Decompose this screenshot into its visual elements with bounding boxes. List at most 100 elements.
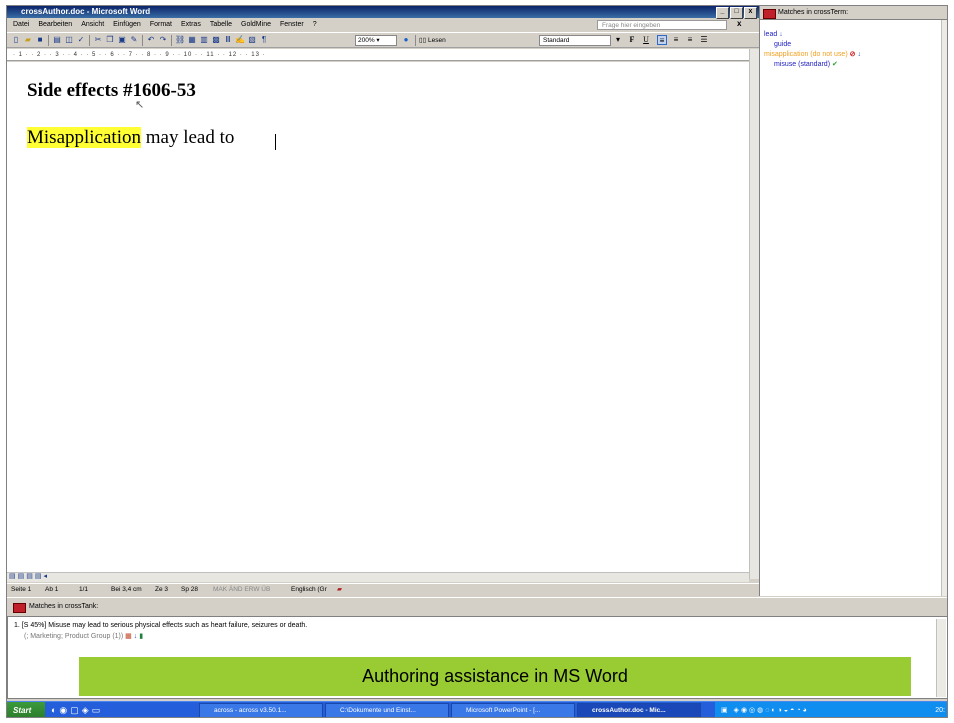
- menu-ansicht[interactable]: Ansicht: [81, 19, 104, 31]
- status-line: Ze 3: [155, 586, 169, 593]
- taskbar-button[interactable]: across - across v3.50.1...: [199, 703, 323, 717]
- menu-goldmine[interactable]: GoldMine: [241, 19, 271, 31]
- crossterm-title-bar: Matches in crossTerm:: [760, 6, 947, 20]
- toolbar-separator: [415, 35, 416, 46]
- term-label: misapplication (do not use): [764, 51, 848, 58]
- status-bar: Seite 1 Ab 1 1/1 Bei 3,4 cm Ze 3 Sp 28 M…: [7, 583, 759, 595]
- menu-format[interactable]: Format: [150, 19, 172, 31]
- text-cursor: [275, 134, 276, 150]
- maximize-button[interactable]: □: [730, 7, 743, 19]
- crosstank-icon: [13, 603, 26, 613]
- lookup-icon[interactable]: ↓: [134, 633, 138, 640]
- crossterm-scrollbar[interactable]: [941, 20, 947, 596]
- menu-fenster[interactable]: Fenster: [280, 19, 304, 31]
- term-item[interactable]: misuse (standard) ✔: [774, 60, 838, 69]
- status-flags: MAK ÄND ERW ÜB: [213, 586, 271, 593]
- status-section: Ab 1: [45, 586, 59, 593]
- horizontal-scrollbar[interactable]: [7, 572, 749, 582]
- view-buttons[interactable]: ▤▤▤▤◂: [9, 572, 49, 580]
- menu-datei[interactable]: Datei: [13, 19, 29, 31]
- tank-meta-text: (; Marketing; Product Group (1)): [24, 633, 124, 640]
- hyperlink-icon[interactable]: ⛓: [175, 35, 185, 45]
- document-heading: Side effects #1606-53: [27, 80, 196, 101]
- cut-icon[interactable]: ✂: [93, 35, 103, 45]
- system-tray: ▣ ◈◉◎◍◌◐◑◒◓◔◕ 20:: [715, 702, 947, 717]
- menu-bearbeiten[interactable]: Bearbeiten: [38, 19, 72, 31]
- crosstank-scrollbar[interactable]: [936, 619, 946, 697]
- style-select[interactable]: Standard: [539, 35, 611, 46]
- columns-icon[interactable]: Ⅲ: [223, 35, 233, 45]
- align-right-icon[interactable]: ≡: [685, 35, 695, 45]
- style-value: Standard: [543, 37, 570, 44]
- mouse-pointer-icon: ↖: [135, 99, 145, 111]
- status-column: Sp 28: [181, 586, 198, 593]
- term-item[interactable]: misapplication (do not use) ⊘ ↓: [764, 50, 861, 59]
- paste-icon[interactable]: ▣: [117, 35, 127, 45]
- chevron-down-icon[interactable]: ▾: [613, 35, 623, 45]
- drawing-icon[interactable]: ✍: [235, 35, 245, 45]
- save-icon[interactable]: ■: [35, 35, 45, 45]
- document-map-icon[interactable]: ▧: [247, 35, 257, 45]
- document-icon[interactable]: ▮: [139, 633, 143, 640]
- crossterm-icon: [763, 9, 776, 19]
- tank-result-meta: (; Marketing; Product Group (1)) ▦ ↓ ▮: [24, 632, 143, 640]
- quick-launch-icons[interactable]: ◐◉▢◈▭: [51, 705, 103, 716]
- align-left-icon[interactable]: ≡: [657, 35, 667, 45]
- menu-extras[interactable]: Extras: [181, 19, 201, 31]
- copy-icon[interactable]: ❐: [105, 35, 115, 45]
- menu-help[interactable]: ?: [313, 19, 317, 31]
- approved-icon: ✔: [831, 61, 838, 68]
- status-pages: 1/1: [79, 586, 89, 593]
- undo-icon[interactable]: ↶: [146, 35, 156, 45]
- term-label: lead: [764, 31, 778, 38]
- start-button[interactable]: Start: [7, 702, 45, 717]
- zoom-select[interactable]: 200% ▾: [355, 35, 397, 46]
- menu-tabelle[interactable]: Tabelle: [210, 19, 232, 31]
- doc-close-button[interactable]: x: [737, 19, 741, 28]
- paragraph-text: may lead to: [140, 127, 235, 148]
- start-label: Start: [13, 706, 32, 715]
- redo-icon[interactable]: ↷: [158, 35, 168, 45]
- term-item[interactable]: guide: [774, 40, 791, 49]
- screenshot: crossAuthor.doc - Microsoft Word _ □ x D…: [6, 5, 948, 718]
- insert-icon[interactable]: ▦: [125, 633, 132, 640]
- print-icon[interactable]: ▤: [52, 35, 62, 45]
- print-preview-icon[interactable]: ◫: [64, 35, 74, 45]
- help-search-input[interactable]: Frage hier eingeben: [597, 20, 727, 30]
- slide: crossAuthor.doc - Microsoft Word _ □ x D…: [0, 0, 954, 723]
- tray-icons[interactable]: ▣ ◈◉◎◍◌◐◑◒◓◔◕: [721, 707, 809, 714]
- taskbar-button[interactable]: Microsoft PowerPoint - [...: [451, 703, 575, 717]
- book-icon: ▯▯: [419, 37, 427, 44]
- excel-icon[interactable]: ▩: [211, 35, 221, 45]
- new-document-icon[interactable]: ▯: [11, 35, 21, 45]
- taskbar-button[interactable]: C:\Dokumente und Einst...: [325, 703, 449, 717]
- crossterm-title: Matches in crossTerm:: [778, 9, 849, 16]
- format-painter-icon[interactable]: ✎: [129, 35, 139, 45]
- crossterm-pane: Matches in crossTerm: lead ↓ guide misap…: [759, 6, 947, 596]
- close-button[interactable]: x: [744, 7, 757, 19]
- underline-button[interactable]: U: [641, 35, 651, 45]
- highlighted-term[interactable]: Misapplication: [27, 127, 141, 148]
- help-icon[interactable]: ●: [401, 35, 411, 45]
- tank-result[interactable]: 1. [S 45%] Misuse may lead to serious ph…: [14, 622, 307, 629]
- lookup-icon[interactable]: ↓: [779, 31, 783, 38]
- read-button-label: Lesen: [427, 37, 446, 44]
- insert-table-icon[interactable]: ▥: [199, 35, 209, 45]
- taskbar-button[interactable]: crossAuthor.doc - Mic...: [577, 703, 701, 717]
- lookup-icon[interactable]: ↓: [857, 51, 861, 58]
- menu-einfuegen[interactable]: Einfügen: [113, 19, 141, 31]
- ruler[interactable]: · 1 · · 2 · · 3 · · 4 · · 5 · · 6 · · 7 …: [7, 49, 749, 61]
- toolbar-separator: [89, 35, 90, 46]
- term-item[interactable]: lead ↓: [764, 30, 783, 39]
- minimize-button[interactable]: _: [716, 7, 729, 19]
- bold-button[interactable]: F: [627, 35, 637, 45]
- read-button[interactable]: ▯▯ Lesen: [419, 36, 446, 44]
- show-formatting-icon[interactable]: ¶: [259, 35, 269, 45]
- open-folder-icon[interactable]: ▰: [23, 35, 33, 45]
- vertical-scrollbar[interactable]: [749, 49, 759, 579]
- spellcheck-icon[interactable]: ✓: [76, 35, 86, 45]
- bullets-icon[interactable]: ☰: [699, 35, 709, 45]
- align-center-icon[interactable]: ≡: [671, 35, 681, 45]
- tables-icon[interactable]: ▦: [187, 35, 197, 45]
- status-position: Bei 3,4 cm: [111, 586, 142, 593]
